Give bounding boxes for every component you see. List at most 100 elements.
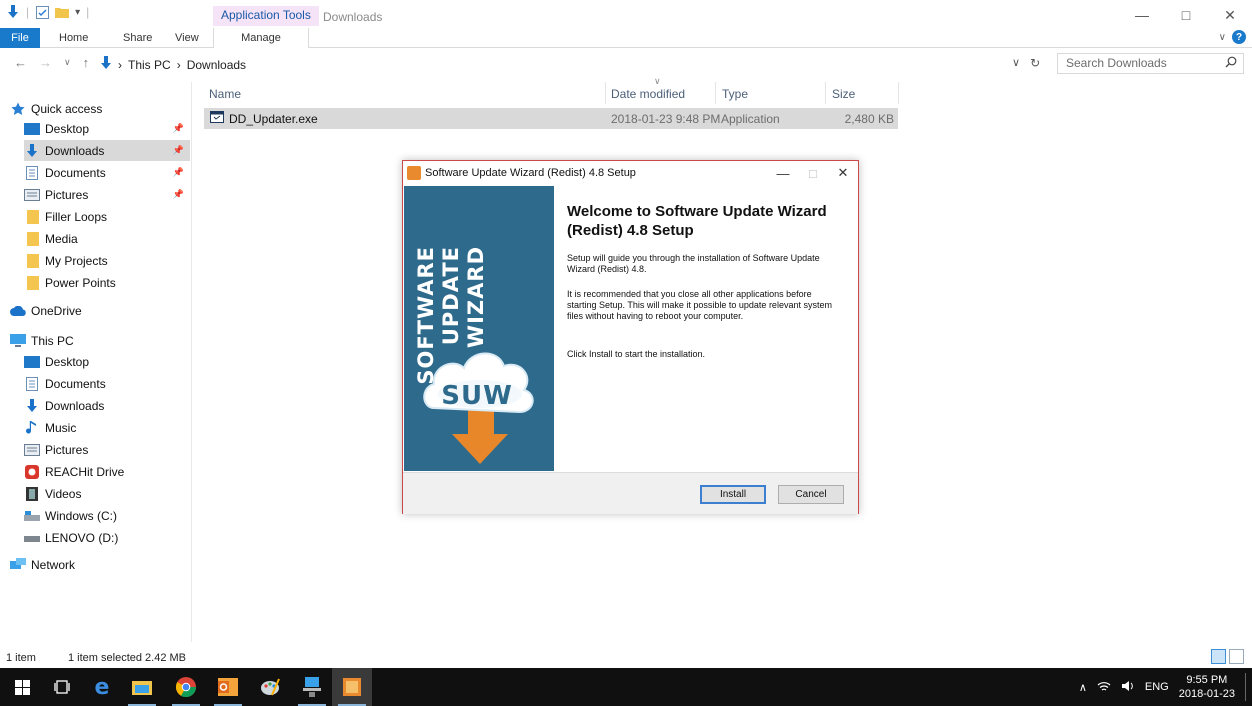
nav-pc-music[interactable]: Music [24,417,190,438]
clock[interactable]: 9:55 PM 2018-01-23 [1179,673,1235,701]
item-count: 1 item [6,652,36,664]
tab-file[interactable]: File [0,28,40,48]
nav-quick-pictures[interactable]: Pictures 📌 [24,184,190,205]
properties-icon[interactable] [35,5,49,19]
nav-quick-access[interactable]: Quick access [10,98,190,119]
search-placeholder: Search Downloads [1066,56,1167,70]
nav-pc-desktop[interactable]: Desktop [24,351,190,372]
network-tool-icon[interactable] [292,668,332,706]
new-folder-icon[interactable] [55,5,70,19]
column-header-date[interactable]: Date modified [611,84,685,104]
installer-icon[interactable] [332,668,372,706]
minimize-button[interactable]: — [1120,0,1164,30]
help-icon[interactable]: ? [1232,30,1246,44]
language-indicator[interactable]: ENG [1145,681,1169,693]
large-icons-view-icon[interactable] [1229,649,1244,664]
nav-pc-reachit-drive[interactable]: REACHit Drive [24,461,190,482]
view-switcher [1211,649,1244,664]
maximize-button[interactable]: □ [1164,0,1208,30]
details-view-icon[interactable] [1211,649,1226,664]
customize-qat-icon[interactable]: ▾ [75,7,80,18]
dialog-close-button[interactable]: ✕ [828,161,858,185]
install-button[interactable]: Install [700,485,766,504]
nav-this-pc[interactable]: This PC [10,330,190,351]
search-input[interactable]: Search Downloads [1057,53,1244,74]
tab-share[interactable]: Share [123,28,152,48]
executable-icon [210,111,224,126]
nav-label: Desktop [45,354,90,369]
download-arrow-icon[interactable] [6,5,20,19]
nav-pc-videos[interactable]: Videos [24,483,190,504]
column-divider[interactable] [898,82,899,104]
breadcrumb-chevron-icon[interactable]: › [177,58,181,72]
document-icon [24,376,40,391]
back-arrow-icon[interactable]: ← [14,55,27,70]
nav-pc-windows-c[interactable]: Windows (C:) [24,505,190,526]
column-divider[interactable] [825,82,826,104]
nav-filler-loops[interactable]: Filler Loops [24,206,190,227]
nav-pc-documents[interactable]: Documents [24,373,190,394]
contextual-tab-header: Application Tools [213,6,319,26]
up-arrow-icon[interactable]: ↑ [83,55,90,70]
dialog-window-controls: — □ ✕ [768,161,858,185]
column-divider[interactable] [715,82,716,104]
nav-pc-lenovo-d[interactable]: LENOVO (D:) [24,527,190,548]
ribbon-right-controls: ∨ ? [1219,30,1246,44]
nav-quick-downloads[interactable]: Downloads 📌 [24,140,190,161]
expand-ribbon-icon[interactable]: ∨ [1219,32,1226,43]
nav-my-projects[interactable]: My Projects [24,250,190,271]
tab-manage[interactable]: Manage [213,28,309,48]
desktop-icon [24,122,40,136]
desktop-icon [24,355,40,369]
volume-icon[interactable] [1121,680,1135,695]
intro-paragraph: Setup will guide you through the install… [567,253,820,274]
nav-power-points[interactable]: Power Points [24,272,190,293]
show-hidden-icons-icon[interactable]: ∧ [1079,681,1087,694]
star-icon [10,102,26,116]
tab-view[interactable]: View [175,28,199,48]
column-header-type[interactable]: Type [722,84,748,104]
folder-icon [24,231,40,246]
outlook-icon[interactable] [208,668,248,706]
file-row[interactable]: DD_Updater.exe 2018-01-23 9:48 PM Applic… [204,108,898,129]
nav-network[interactable]: Network [10,554,190,575]
selection-info: 1 item selected 2.42 MB [68,652,187,664]
tab-home[interactable]: Home [59,28,88,48]
breadcrumb-chevron-icon[interactable]: › [118,58,122,72]
address-row: ← → ∨ ↑ › This PC › Downloads ∨ ↻ Search… [0,50,1252,76]
breadcrumb-downloads[interactable]: Downloads [187,58,246,72]
recent-locations-icon[interactable]: ∨ [64,57,71,68]
forward-arrow-icon[interactable]: → [39,55,52,70]
wifi-icon[interactable] [1097,680,1111,695]
breadcrumb-this-pc[interactable]: This PC [128,58,171,72]
show-desktop-button[interactable] [1245,673,1246,701]
start-icon[interactable] [2,668,42,706]
breadcrumb[interactable]: › This PC › Downloads [100,56,246,73]
nav-media[interactable]: Media [24,228,190,249]
edge-icon[interactable]: e [82,668,122,706]
close-button[interactable]: ✕ [1208,0,1252,30]
nav-label: Desktop [45,121,90,136]
refresh-icon[interactable]: ↻ [1030,56,1040,70]
downloads-location-icon [100,56,112,73]
paint-icon[interactable] [250,668,290,706]
cancel-button[interactable]: Cancel [778,485,844,504]
chrome-icon[interactable] [166,668,206,706]
file-size: 2,480 KB [844,112,894,126]
column-header-name[interactable]: Name [209,84,241,104]
nav-quick-documents[interactable]: Documents 📌 [24,162,190,183]
dialog-minimize-button[interactable]: — [768,161,798,185]
dialog-title-bar[interactable]: Software Update Wizard (Redist) 4.8 Setu… [403,161,858,185]
column-header-size[interactable]: Size [832,84,855,104]
wizard-side-banner: SOFTWARE UPDATE WIZARD SUW [404,186,554,471]
nav-pc-pictures[interactable]: Pictures [24,439,190,460]
column-divider[interactable] [605,82,606,104]
file-explorer-icon[interactable] [122,668,162,706]
file-name-cell: DD_Updater.exe [210,111,318,126]
nav-label: Videos [45,486,82,501]
task-view-icon[interactable] [42,668,82,706]
nav-onedrive[interactable]: OneDrive [10,300,190,321]
nav-quick-desktop[interactable]: Desktop 📌 [24,118,190,139]
address-dropdown-icon[interactable]: ∨ [1012,56,1020,70]
nav-pc-downloads[interactable]: Downloads [24,395,190,416]
